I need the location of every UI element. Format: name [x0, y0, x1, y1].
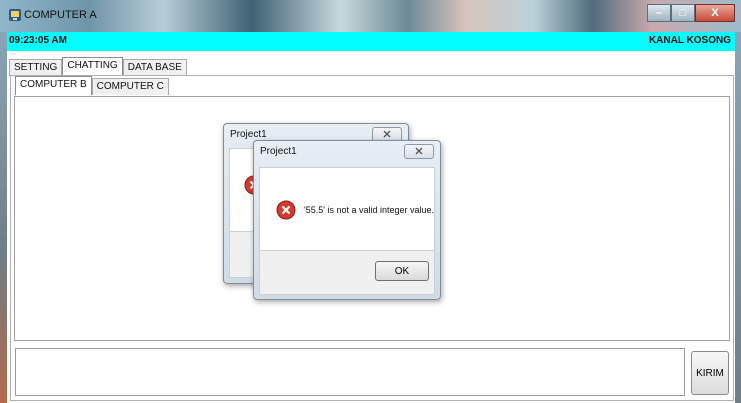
dialog-title: Project1 — [260, 146, 297, 157]
error-message: '55.5' is not a valid integer value. — [304, 205, 435, 215]
window-title: COMPUTER A — [24, 9, 97, 21]
title-bar[interactable]: COMPUTER A – □ X — [0, 0, 741, 32]
status-bar: 09:23:05 AM KANAL KOSONG — [7, 32, 735, 51]
minimize-icon[interactable]: – — [647, 4, 671, 22]
close-icon[interactable] — [404, 144, 434, 159]
message-input[interactable] — [15, 348, 685, 396]
error-icon — [276, 200, 296, 220]
tab-database[interactable]: DATA BASE — [122, 59, 187, 76]
tab-setting[interactable]: SETTING — [9, 59, 63, 76]
app-icon — [9, 9, 21, 21]
ok-button[interactable]: OK — [375, 261, 429, 281]
clock-label: 09:23:05 AM — [9, 35, 67, 46]
dialog-title: Project1 — [230, 129, 267, 140]
main-tabstrip: SETTING CHATTING DATA BASE — [9, 57, 187, 76]
tab-chatting[interactable]: CHATTING — [62, 57, 123, 76]
app-window: COMPUTER A – □ X 09:23:05 AM KANAL KOSON… — [0, 0, 741, 403]
send-button[interactable]: KIRIM — [691, 351, 729, 395]
dialog-footer: OK — [259, 251, 435, 295]
error-dialog: Project1 '55.5' is not a valid integer v… — [253, 140, 441, 300]
close-icon[interactable]: X — [695, 4, 735, 22]
dialog-body: '55.5' is not a valid integer value. — [259, 167, 435, 251]
window-frame-right — [735, 32, 741, 403]
tab-computer-b[interactable]: COMPUTER B — [15, 76, 92, 95]
chat-tabstrip: COMPUTER B COMPUTER C — [15, 76, 169, 95]
maximize-icon[interactable]: □ — [671, 4, 695, 22]
tab-computer-c[interactable]: COMPUTER C — [91, 78, 169, 95]
channel-status: KANAL KOSONG — [648, 35, 731, 46]
window-controls: – □ X — [647, 4, 735, 24]
window-frame-left — [0, 32, 7, 403]
